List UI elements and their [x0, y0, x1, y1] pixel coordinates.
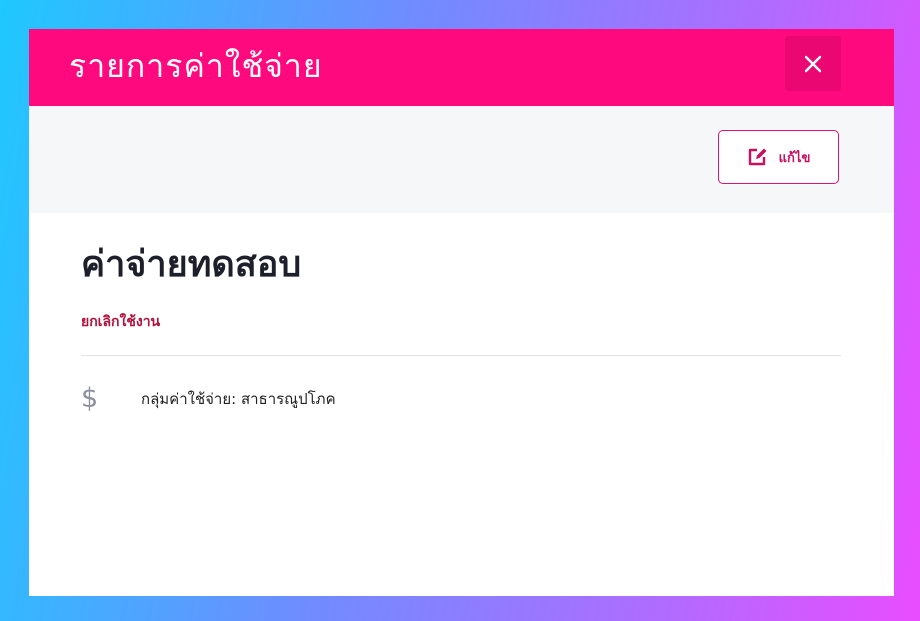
modal-toolbar: แก้ไข: [29, 106, 894, 213]
expense-group-value: สาธารณูปโภค: [240, 389, 336, 408]
close-icon: [804, 55, 822, 72]
edit-icon: [748, 148, 767, 166]
modal-header: รายการค่าใช้จ่าย: [29, 29, 894, 106]
dollar-icon: $: [81, 383, 99, 414]
edit-button[interactable]: แก้ไข: [718, 130, 839, 184]
modal-title: รายการค่าใช้จ่าย: [69, 47, 323, 85]
status-badge: ยกเลิกใช้งาน: [81, 314, 161, 330]
expense-group-label: กลุ่มค่าใช้จ่าย:: [141, 389, 237, 408]
edit-button-label: แก้ไข: [778, 150, 811, 166]
divider: [81, 355, 841, 356]
expense-title: ค่าจ่ายทดสอบ: [81, 244, 302, 285]
expense-group-text: กลุ่มค่าใช้จ่าย: สาธารณูปโภค: [141, 387, 336, 411]
expense-modal: รายการค่าใช้จ่าย แก้ไข ค่าจ่ายทดสอบ ยกเล…: [29, 29, 894, 596]
expense-group-row: $ กลุ่มค่าใช้จ่าย: สาธารณูปโภค: [81, 385, 336, 412]
close-button[interactable]: [785, 36, 841, 91]
